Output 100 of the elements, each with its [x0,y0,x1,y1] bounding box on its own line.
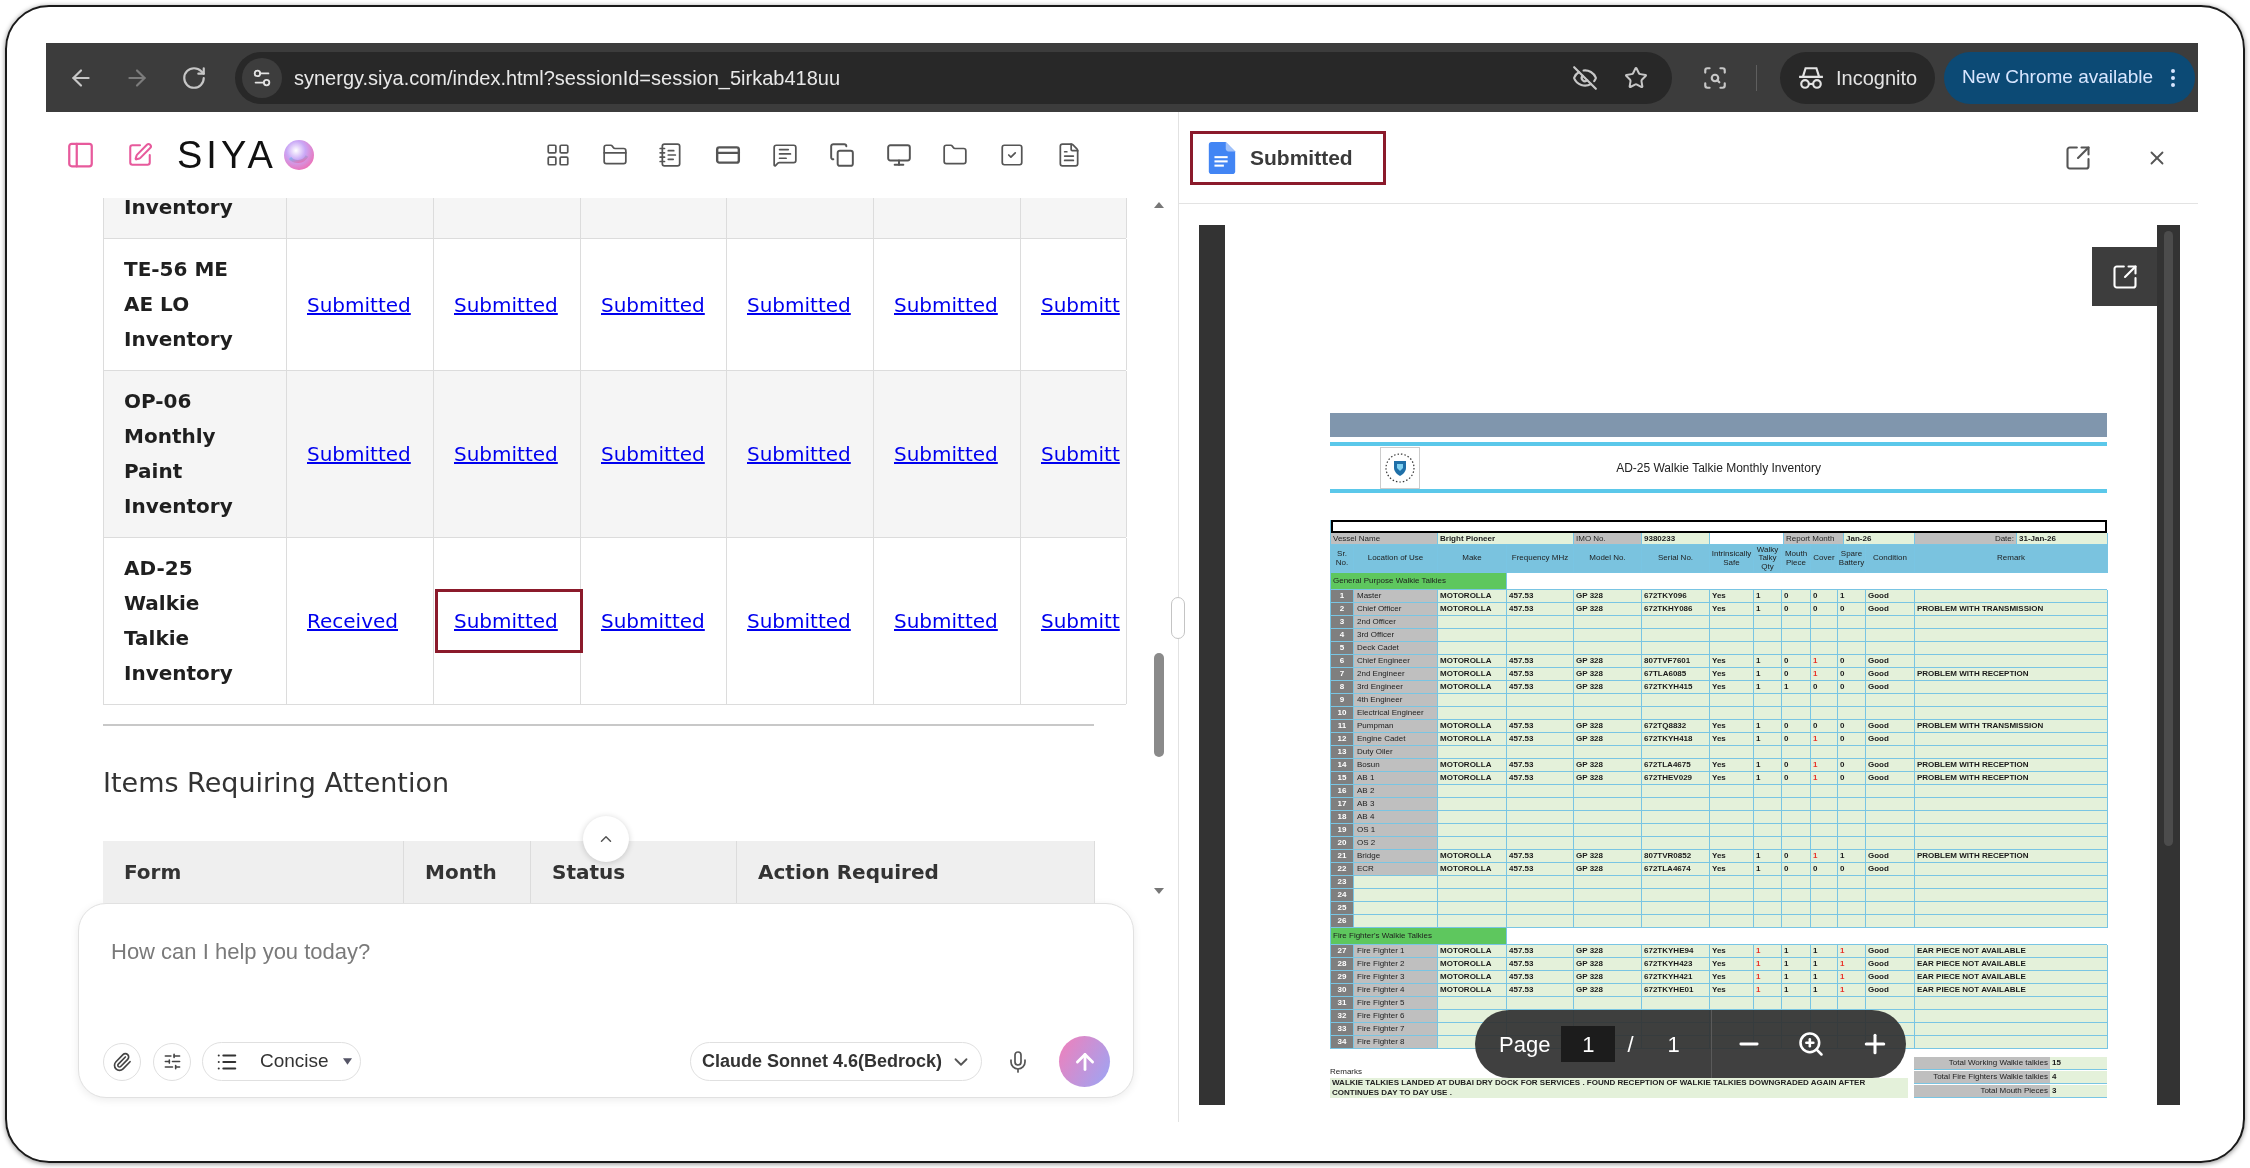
sliders-icon[interactable] [242,57,282,98]
scroll-down-icon[interactable] [1154,888,1164,894]
chat-icon[interactable] [772,142,798,168]
star-icon[interactable] [1624,65,1648,90]
status-link[interactable]: Submitt [1041,292,1120,317]
checkbox-icon[interactable] [999,142,1026,168]
location-cell: Engine Cadet [1354,733,1438,746]
message-input[interactable]: How can I help you today? [111,936,1011,966]
table-cell: 1 [1811,958,1838,971]
location-cell: Master [1354,590,1438,603]
table-cell [1754,889,1782,902]
table-cell: Good [1866,863,1915,876]
status-link[interactable]: Submitted [894,609,998,633]
table-cell [1838,811,1866,824]
table-cell [1507,824,1574,837]
table-cell: 672TKY096 [1642,590,1710,603]
status-link[interactable]: Submitt [1041,609,1120,633]
table-cell [1642,876,1710,889]
column-header: Form [103,841,404,903]
table-cell [1710,707,1754,720]
table-cell: 457.53 [1507,655,1574,668]
table-cell [1866,707,1915,720]
total-value: 15 [2050,1057,2107,1070]
table-cell: 1 [1754,971,1782,984]
location-cell: Fire Fighter 2 [1354,958,1438,971]
table-cell: 0 [1782,590,1811,603]
table-cell: 1 [1754,945,1782,958]
table-cell [1574,837,1642,850]
edit-icon[interactable] [127,142,153,168]
status-link[interactable]: Submitt [1041,442,1120,466]
profile-chip[interactable]: Incognito [1780,51,1935,104]
table-cell: Yes [1710,984,1754,997]
folder-icon[interactable] [942,142,969,168]
remarks-label: Remarks [1330,1067,1362,1077]
table-cell [1574,902,1642,915]
table-cell: 0 [1838,733,1866,746]
logo-text: SIYA [177,133,277,177]
table-cell [1866,902,1915,915]
location-cell: AB 2 [1354,785,1438,798]
scrollbar-thumb[interactable] [1154,653,1164,757]
open-external-button[interactable] [2092,247,2157,306]
status-link[interactable]: Submitted [601,292,705,317]
status-link[interactable]: Submitted [307,442,411,466]
row-number: 24 [1331,889,1354,902]
table-cell [1574,629,1642,642]
status-link[interactable]: Submitted [435,589,583,653]
table-cell: 0 [1811,681,1838,694]
status-link[interactable]: Submitted [454,442,558,466]
external-link-icon[interactable] [2064,143,2092,172]
status-link[interactable]: Submitted [747,609,851,633]
document-icon[interactable] [1056,142,1082,168]
orb-icon [282,139,315,171]
table-cell: 807TVR0852 [1642,850,1710,863]
table-cell: 672TKYH415 [1642,681,1710,694]
scrollbar-thumb[interactable] [2164,231,2173,846]
status-link[interactable]: Received [307,609,398,633]
table-cell [1710,902,1754,915]
update-button[interactable]: New Chrome available [1944,51,2195,104]
scroll-up-icon[interactable] [1154,202,1164,208]
folder-lines-icon[interactable] [601,142,628,168]
location-cell: 4th Engineer [1354,694,1438,707]
table-cell [1838,837,1866,850]
location-cell: Chief Engineer [1354,655,1438,668]
row-number: 1 [1331,590,1354,603]
status-link[interactable]: Submitted [307,292,411,317]
location-cell: Bosun [1354,759,1438,772]
table-cell: Yes [1710,733,1754,746]
table-cell: 0 [1811,603,1838,616]
scan-search-icon[interactable] [1702,64,1728,91]
table-cell: Yes [1710,681,1754,694]
location-cell: OS 1 [1354,824,1438,837]
resize-handle[interactable] [1171,597,1185,639]
form-name: Inventory [124,198,234,221]
monitor-icon[interactable] [885,142,912,168]
status-link[interactable]: Submitted [894,292,998,317]
status-link[interactable]: Submitted [894,442,998,466]
grid-icon[interactable] [544,142,571,168]
status-link[interactable]: Submitted [747,292,851,317]
address-bar[interactable]: synergy.siya.com/index.html?sessionId=session_5irkab418uu [235,51,1672,104]
page-input[interactable]: 1 [1561,1026,1616,1062]
status-link[interactable]: Submitted [601,609,705,633]
row-number: 6 [1331,655,1354,668]
zoom-in-icon[interactable] [1796,1030,1825,1058]
status-link[interactable]: Submitted [601,442,705,466]
table-cell [1811,837,1838,850]
table-cell [1438,889,1507,902]
copy-icon[interactable] [828,142,855,168]
status-link[interactable]: Submitted [747,442,851,466]
table-cell [1838,824,1866,837]
table-cell: 457.53 [1507,681,1574,694]
status-link[interactable]: Submitted [454,292,558,317]
table-cell [1838,629,1866,642]
table-cell [1782,824,1811,837]
table-cell [1754,785,1782,798]
reload-icon[interactable] [181,64,207,91]
eye-off-icon[interactable] [1572,64,1598,91]
table-cell: 1 [1811,850,1838,863]
table-cell: 1 [1782,681,1811,694]
url-text: synergy.siya.com/index.html?sessionId=session_5irkab418uu [294,65,841,92]
location-cell: ECR [1354,863,1438,876]
